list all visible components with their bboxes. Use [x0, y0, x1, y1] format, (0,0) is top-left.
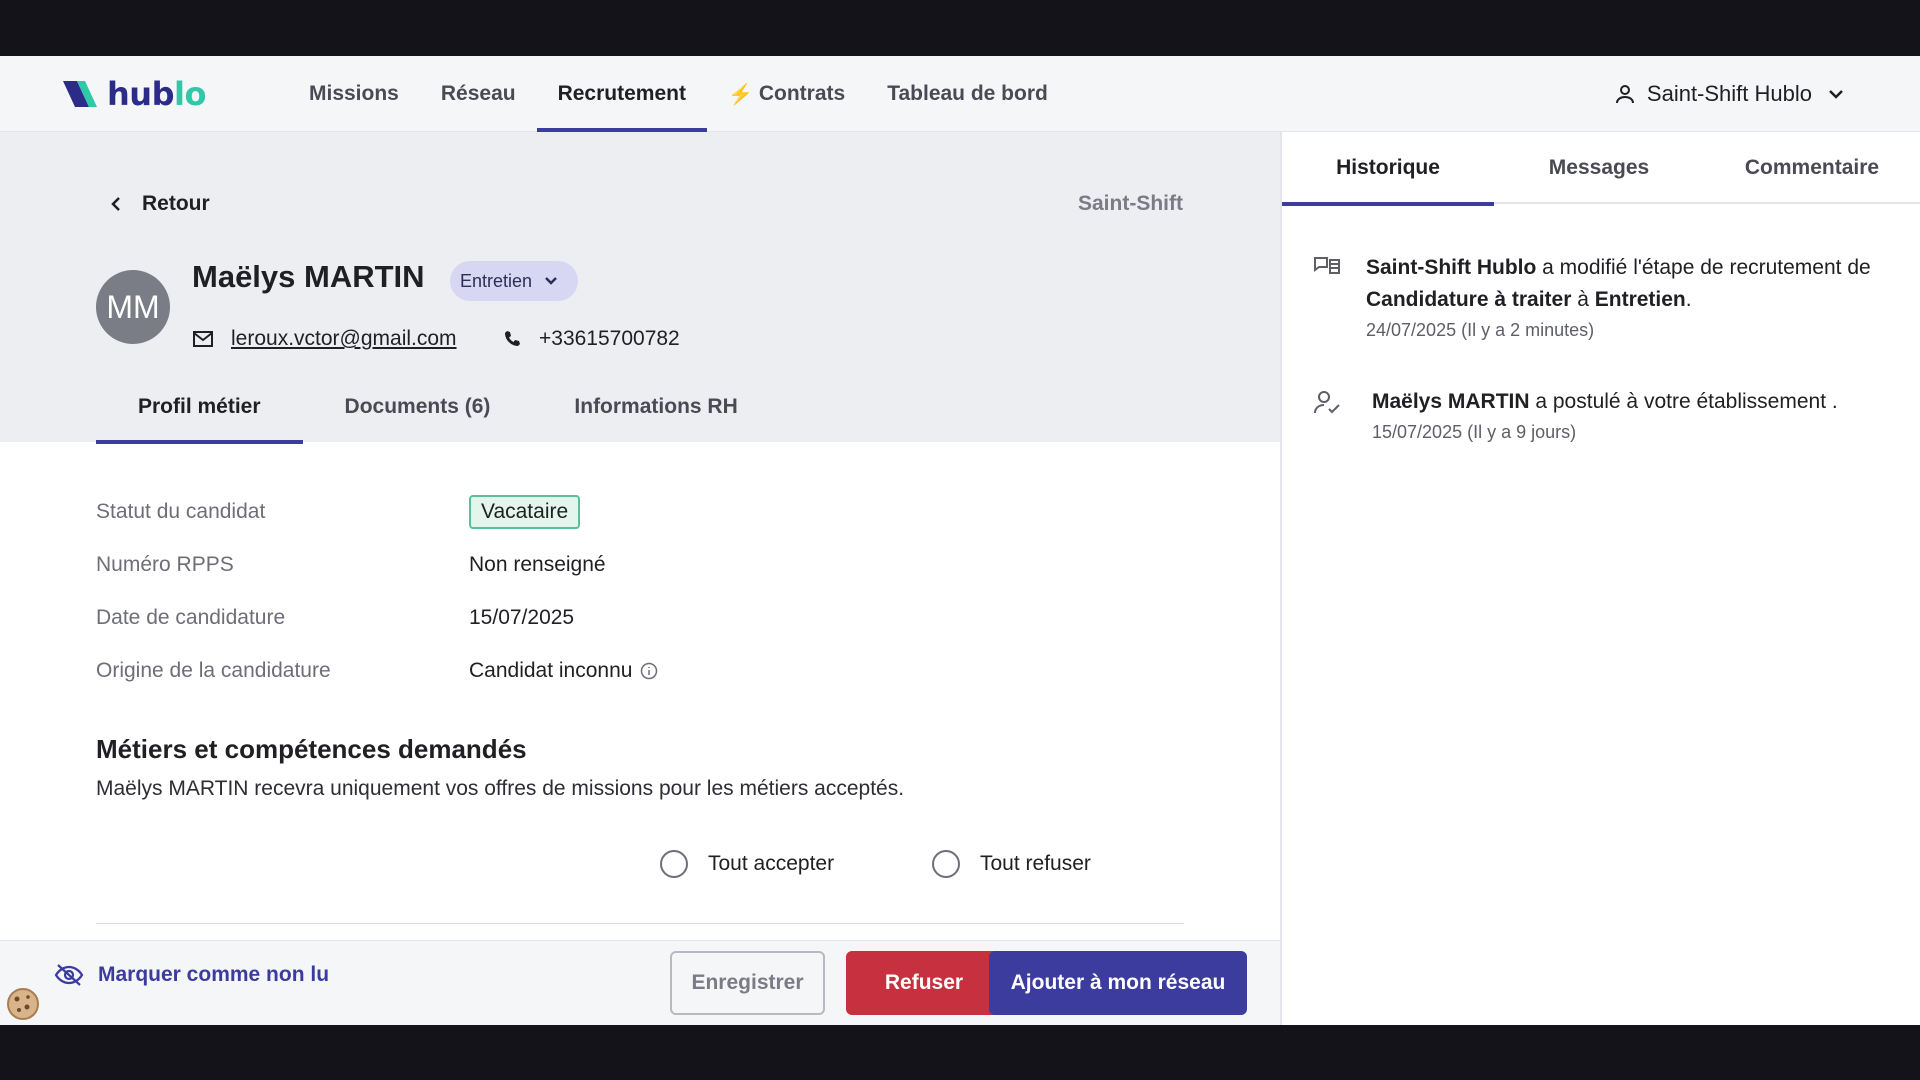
logo-text: hublo: [107, 75, 206, 113]
top-letterbox: [0, 0, 1920, 56]
refuse-all-radio[interactable]: Tout refuser: [932, 850, 1091, 878]
field-row: Date de candidature 15/07/2025: [96, 591, 1096, 644]
history-item: Maëlys MARTIN a postulé à votre établiss…: [1312, 386, 1902, 446]
tab-commentaire[interactable]: Commentaire: [1704, 132, 1920, 204]
skills-title: Métiers et compétences demandés: [96, 734, 527, 764]
top-navbar: hublo Missions Réseau Recrutement ⚡ Contr…: [0, 56, 1920, 132]
save-button[interactable]: Enregistrer: [670, 951, 825, 1015]
nav-reseau[interactable]: Réseau: [420, 56, 537, 132]
field-label: Origine de la candidature: [96, 658, 331, 682]
history-text: Saint-Shift Hublo a modifié l'étape de r…: [1366, 256, 1871, 311]
nav-tableau-de-bord[interactable]: Tableau de bord: [866, 56, 1069, 132]
side-tabs: Historique Messages Commentaire: [1282, 132, 1920, 206]
radio-circle: [932, 850, 960, 878]
field-row: Numéro RPPS Non renseigné: [96, 538, 1096, 591]
phone-number[interactable]: +33615700782: [503, 327, 680, 351]
phone-icon: [505, 331, 520, 346]
chevron-left-icon: [111, 197, 120, 211]
chevron-down-icon: [1829, 90, 1843, 99]
tab-documents[interactable]: Documents (6): [303, 372, 533, 442]
accept-all-radio[interactable]: Tout accepter: [660, 850, 834, 878]
skills-description: Maëlys MARTIN recevra uniquement vos off…: [96, 777, 905, 800]
hublo-logo[interactable]: hublo: [63, 75, 206, 113]
main-nav: Missions Réseau Recrutement ⚡ Contrats Ta…: [288, 56, 1069, 132]
email-link[interactable]: leroux.vctor@gmail.com: [193, 327, 457, 351]
tab-historique[interactable]: Historique: [1282, 132, 1494, 206]
site-label: Saint-Shift: [1078, 192, 1183, 215]
history-date: 15/07/2025 (Il y a 9 jours): [1372, 422, 1577, 442]
field-value: 15/07/2025: [469, 605, 575, 629]
info-icon[interactable]: [640, 662, 658, 680]
bolt-icon: ⚡: [727, 83, 753, 106]
user-name: Saint-Shift Hublo: [1646, 81, 1812, 106]
field-label: Numéro RPPS: [96, 552, 234, 576]
logo-mark-icon: [63, 81, 97, 107]
tab-profil-metier[interactable]: Profil métier: [96, 372, 303, 444]
user-icon: [1615, 85, 1634, 104]
nav-contrats[interactable]: ⚡ Contrats: [707, 56, 866, 132]
field-row: Statut du candidat Vacataire: [96, 485, 1096, 538]
history-date: 24/07/2025 (Il y a 2 minutes): [1366, 320, 1595, 340]
back-button[interactable]: Retour: [108, 192, 210, 216]
history-item: Saint-Shift Hublo a modifié l'étape de r…: [1312, 252, 1902, 344]
tab-messages[interactable]: Messages: [1494, 132, 1704, 204]
candidate-main-panel: Retour Saint-Shift MM Maëlys MARTIN Entr…: [0, 132, 1280, 1025]
chevron-down-icon: [545, 277, 557, 285]
mail-icon: [193, 331, 213, 347]
bottom-letterbox: [0, 1025, 1920, 1080]
nav-missions[interactable]: Missions: [288, 56, 420, 132]
history-text: Maëlys MARTIN a postulé à votre établiss…: [1372, 390, 1838, 413]
action-footer: Marquer comme non lu Enregistrer Refuser…: [0, 940, 1280, 1025]
divider: [96, 923, 1184, 924]
candidate-name: Maëlys MARTIN: [192, 259, 425, 294]
field-value: Candidat inconnu: [469, 658, 633, 682]
candidate-fields: Statut du candidat Vacataire Numéro RPPS…: [96, 485, 1096, 697]
user-menu[interactable]: Saint-Shift Hublo: [1613, 56, 1856, 132]
nav-recrutement[interactable]: Recrutement: [536, 56, 708, 132]
field-label: Statut du candidat: [96, 499, 266, 523]
mark-unread-button[interactable]: Marquer comme non lu: [54, 963, 329, 987]
field-value: Non renseigné: [469, 552, 606, 576]
status-badge: Vacataire: [469, 494, 581, 529]
tab-informations-rh[interactable]: Informations RH: [532, 372, 779, 442]
avatar: MM: [96, 270, 170, 344]
cookie-icon[interactable]: [6, 987, 40, 1021]
profile-header: Retour Saint-Shift MM Maëlys MARTIN Entr…: [0, 132, 1280, 444]
refuse-button[interactable]: Refuser: [846, 951, 1002, 1015]
eye-off-icon: [54, 964, 84, 986]
stage-change-icon: [1314, 257, 1340, 274]
field-label: Date de candidature: [96, 605, 286, 629]
history-panel: Historique Messages Commentaire Saint-Sh…: [1280, 132, 1920, 1025]
profile-tabs: Profil métier Documents (6) Informations…: [96, 372, 780, 444]
stage-dropdown[interactable]: Entretien: [450, 261, 579, 301]
field-row: Origine de la candidature Candidat incon…: [96, 644, 1096, 697]
user-check-icon: [1314, 391, 1340, 414]
add-to-network-button[interactable]: Ajouter à mon réseau: [989, 951, 1247, 1015]
radio-circle: [660, 850, 688, 878]
app-window: hublo Missions Réseau Recrutement ⚡ Contr…: [0, 56, 1920, 1025]
